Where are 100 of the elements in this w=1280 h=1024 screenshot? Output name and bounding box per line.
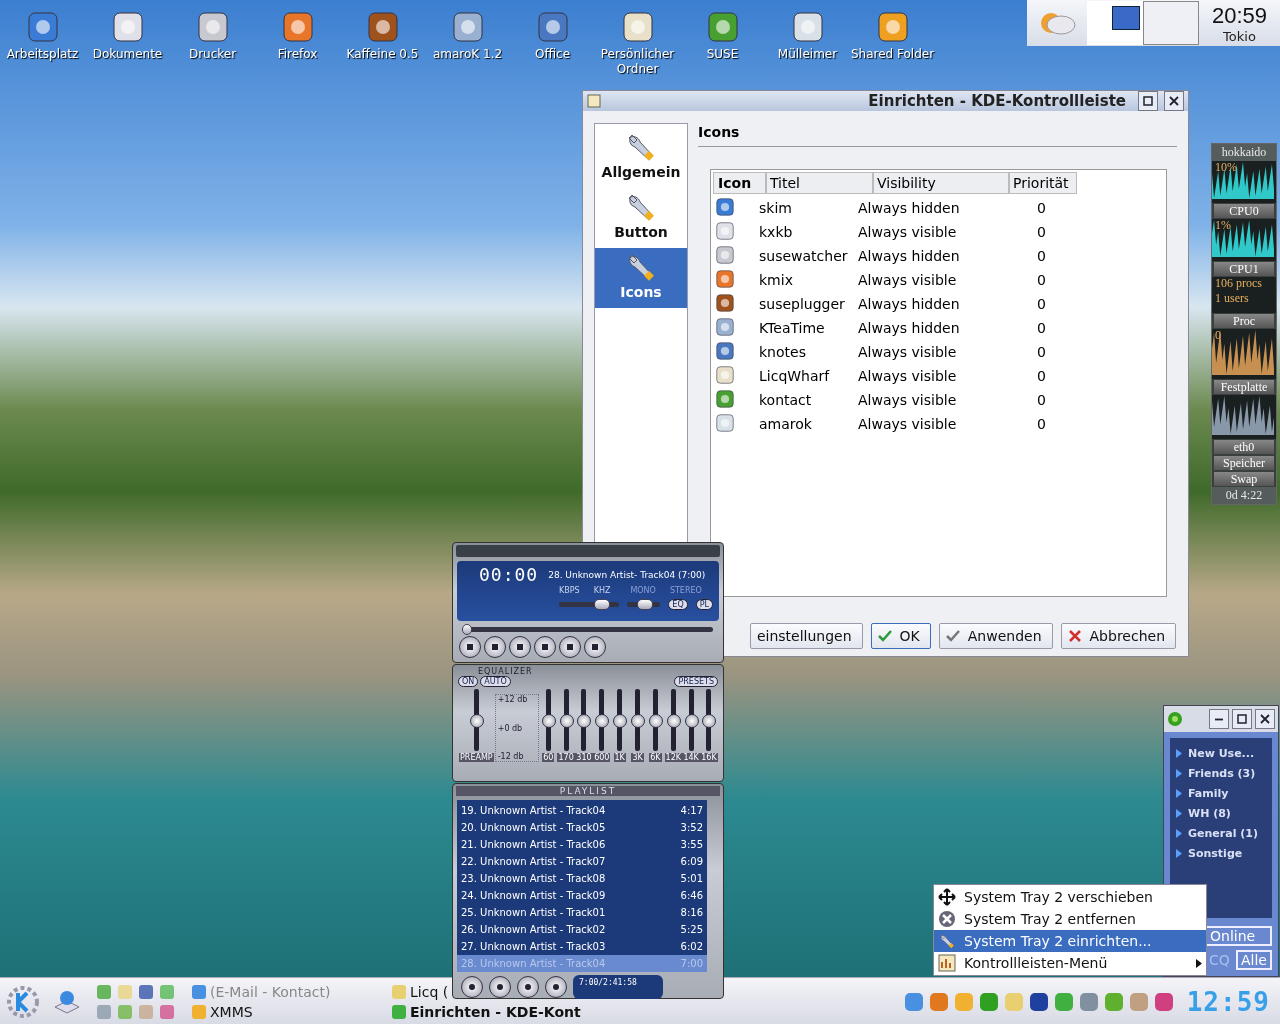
band-slider[interactable] [648, 714, 663, 728]
menu-item[interactable]: System Tray 2 verschieben [934, 886, 1206, 908]
maximize-icon [1143, 96, 1153, 106]
band-label: 12K [664, 753, 682, 762]
column-header[interactable]: Priorität [1009, 172, 1077, 194]
task-button[interactable]: Einrichten - KDE-Kont [391, 1001, 581, 1022]
list-button[interactable] [517, 976, 539, 998]
column-header[interactable]: Icon [713, 172, 766, 194]
launcher-icon[interactable] [138, 983, 154, 1000]
playlist-item[interactable]: 21. Unknown Artist - Track06 3:55 [457, 836, 707, 853]
menu-item[interactable]: System Tray 2 einrichten... [934, 930, 1206, 952]
app-icon [365, 10, 400, 44]
close-button[interactable] [1255, 709, 1275, 729]
close-button[interactable] [1164, 91, 1184, 111]
app-icon [450, 10, 485, 44]
desktop-shortcut[interactable]: Arbeitsplatz [0, 10, 85, 77]
table-cell-text: Always hidden [858, 248, 961, 264]
app-icon [715, 340, 735, 361]
task-button[interactable]: Licq ( [391, 981, 449, 1002]
pause-button[interactable] [509, 636, 531, 658]
add-button[interactable] [461, 976, 483, 998]
playlist-item[interactable]: 20. Unknown Artist - Track05 3:52 [457, 819, 707, 836]
maximize-button[interactable] [1138, 91, 1158, 111]
band-label: 1K [613, 753, 626, 762]
eq-toggle[interactable]: EQ [668, 599, 688, 610]
band-slider[interactable] [595, 714, 610, 728]
tray-icon[interactable] [1152, 990, 1175, 1013]
desktop-shortcut[interactable]: Firefox [255, 10, 340, 77]
desktop-shortcut[interactable]: Mülleimer [765, 10, 850, 77]
mono-label: MONO [630, 586, 656, 595]
column-header[interactable]: Titel [766, 172, 873, 194]
contact-group[interactable]: New Use... [1170, 743, 1272, 763]
playlist-item[interactable]: 22. Unknown Artist - Track07 6:09 [457, 853, 707, 870]
table-cell-text: 0 [1036, 392, 1046, 408]
band-slider[interactable] [541, 714, 556, 728]
previous-button[interactable] [459, 636, 481, 658]
remove-button[interactable] [489, 976, 511, 998]
sidebar-item[interactable]: Button [595, 188, 687, 248]
play-button[interactable] [484, 636, 506, 658]
next-button[interactable] [559, 636, 581, 658]
playlist-title: PLAYLIST [456, 786, 720, 796]
contact-group[interactable]: Family [1170, 783, 1272, 803]
sidebar-item[interactable]: Icons [595, 248, 687, 308]
band-slider[interactable] [666, 714, 681, 728]
process-count: 106 procs [1215, 277, 1262, 290]
contact-group[interactable]: Sonstige [1170, 843, 1272, 863]
desktop-shortcut[interactable]: Persönlicher Ordner [595, 10, 680, 77]
desktop-shortcut[interactable]: amaroK 1.2 [425, 10, 510, 77]
auto-button[interactable]: AUTO [480, 676, 511, 687]
contact-group[interactable]: WH (8) [1170, 803, 1272, 823]
minimize-button[interactable] [1209, 709, 1229, 729]
playlist-item[interactable]: 26. Unknown Artist - Track02 5:25 [457, 921, 707, 938]
dialog-button[interactable]: Anwenden [938, 623, 1053, 649]
band-label: 16K [700, 753, 718, 762]
desktop-shortcut[interactable]: Drucker [170, 10, 255, 77]
volume-slider[interactable] [593, 599, 610, 610]
playlist-item[interactable]: 25. Unknown Artist - Track01 8:16 [457, 904, 707, 921]
balance-slider[interactable] [636, 599, 653, 610]
desktop-shortcut[interactable]: Kaffeine 0.5 [340, 10, 425, 77]
dialog-button[interactable]: einstellungen [749, 623, 863, 649]
contact-group[interactable]: Friends (3) [1170, 763, 1272, 783]
desktop-shortcut[interactable]: Office [510, 10, 595, 77]
band-slider[interactable] [469, 714, 484, 728]
table-cell-text: susewatcher [759, 248, 849, 264]
playlist-item[interactable]: 27. Unknown Artist - Track03 6:02 [457, 938, 707, 955]
presets-button[interactable]: PRESETS [674, 676, 718, 687]
on-button[interactable]: ON [458, 676, 479, 687]
menu-item[interactable]: Kontrollleisten-Menü [934, 952, 1206, 974]
desktop-shortcut[interactable]: SUSE [680, 10, 765, 77]
maximize-button[interactable] [1232, 709, 1252, 729]
launcher-icon[interactable] [159, 1003, 175, 1020]
tray-icon[interactable] [1027, 990, 1050, 1013]
stop-button[interactable] [534, 636, 556, 658]
time-display: 00:00 [479, 564, 539, 585]
equalizer-title: EQUALIZER [477, 667, 534, 676]
task-button[interactable]: XMMS [191, 1001, 253, 1022]
band-slider[interactable] [631, 714, 646, 728]
playlist-item[interactable]: 24. Unknown Artist - Track09 6:46 [457, 887, 707, 904]
contact-group[interactable]: General (1) [1170, 823, 1272, 843]
band-slider[interactable] [613, 714, 628, 728]
table-cell-text: kontact [759, 392, 813, 408]
band-slider[interactable] [559, 714, 574, 728]
dialog-button[interactable]: Abbrechen [1060, 623, 1176, 649]
column-header[interactable]: Visibility [873, 172, 1009, 194]
seek-slider[interactable] [462, 624, 472, 635]
sidebar-item[interactable]: Allgemein [595, 128, 687, 188]
k-menu-icon[interactable] [6, 984, 40, 1019]
band-slider[interactable] [577, 714, 592, 728]
band-slider[interactable] [702, 714, 717, 728]
desktop-shortcut[interactable]: Dokumente [85, 10, 170, 77]
menu-item[interactable]: System Tray 2 entfernen [934, 908, 1206, 930]
misc-button[interactable] [545, 976, 567, 998]
desktop-shortcut[interactable]: Shared Folder [850, 10, 935, 77]
eject-button[interactable] [584, 636, 606, 658]
dialog-button[interactable]: OK [870, 623, 931, 649]
panel-icon [938, 954, 956, 972]
playlist-item[interactable]: 19. Unknown Artist - Track04 4:17 [457, 802, 707, 819]
playlist-toggle[interactable]: PL [695, 599, 713, 610]
playlist-item[interactable]: 23. Unknown Artist - Track08 5:01 [457, 870, 707, 887]
band-slider[interactable] [684, 714, 699, 728]
